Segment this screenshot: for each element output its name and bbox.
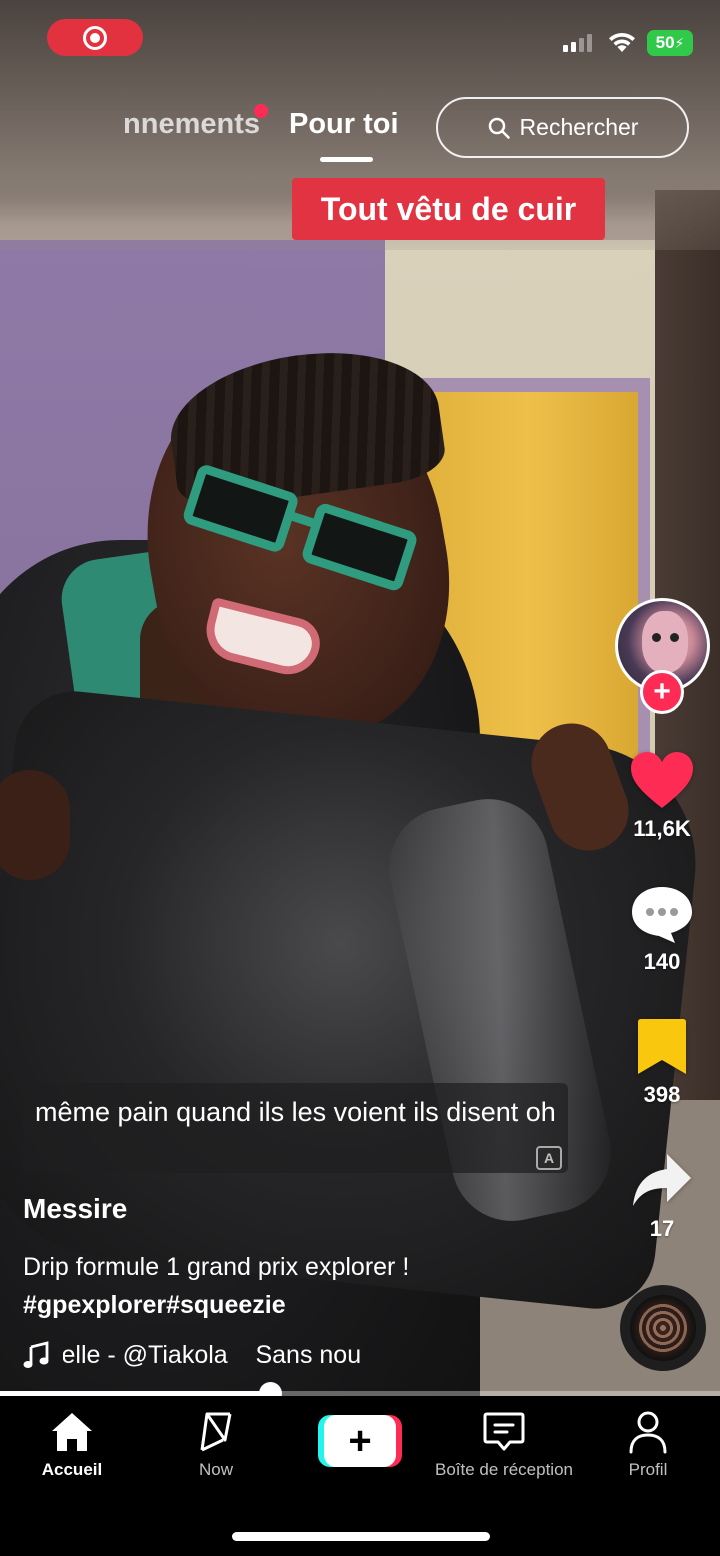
battery-level: 50 — [655, 33, 675, 52]
comment-count: 140 — [643, 949, 681, 974]
save-count: 398 — [643, 1082, 681, 1107]
nav-now[interactable]: Now — [141, 1410, 291, 1480]
comment-button[interactable]: 140 — [617, 883, 707, 975]
nav-inbox-label: Boîte de réception — [435, 1460, 573, 1479]
description-hashtags[interactable]: #gpexplorer#squeezie — [23, 1286, 603, 1324]
video-description: Drip formule 1 grand prix explorer ! #gp… — [23, 1248, 603, 1324]
home-icon — [52, 1413, 92, 1451]
battery-indicator: 50 ⚡ — [647, 30, 693, 56]
tab-following[interactable]: nnements — [40, 108, 260, 148]
screen-record-icon — [83, 25, 107, 50]
follow-button[interactable]: + — [640, 670, 684, 714]
wifi-icon — [609, 32, 635, 52]
like-count: 11,6K — [633, 816, 691, 841]
notification-dot — [254, 104, 268, 118]
share-arrow-icon — [633, 1154, 691, 1206]
active-tab-indicator — [320, 157, 373, 162]
music-note-icon — [23, 1341, 49, 1368]
charging-bolt-icon: ⚡ — [674, 34, 685, 51]
music-info[interactable]: velle - @Tiakola Sans nou — [23, 1338, 403, 1372]
like-button[interactable]: 11,6K — [617, 750, 707, 842]
inbox-icon — [483, 1412, 525, 1451]
heart-icon — [631, 752, 693, 808]
music-track-text: velle - @Tiakola Sans nou — [63, 1340, 362, 1369]
save-button[interactable]: 398 — [617, 1016, 707, 1108]
tab-for-you[interactable]: Pour toi — [289, 108, 399, 141]
nav-now-label: Now — [198, 1460, 233, 1479]
screen-record-indicator[interactable] — [47, 19, 143, 56]
tab-following-label: nnements — [123, 108, 260, 140]
bookmark-icon — [638, 1019, 686, 1074]
video-person-hand-left — [0, 770, 70, 880]
nav-home[interactable]: Accueil — [0, 1410, 147, 1480]
profile-icon — [629, 1411, 667, 1454]
video-title-banner: Tout vêtu de cuir — [292, 178, 605, 240]
now-icon — [200, 1412, 232, 1452]
home-indicator[interactable] — [232, 1532, 490, 1541]
nav-inbox[interactable]: Boîte de réception — [429, 1410, 579, 1480]
plus-icon: + — [324, 1415, 396, 1467]
nav-profile[interactable]: Profil — [573, 1410, 720, 1480]
music-track-marquee: velle - @Tiakola Sans nou — [63, 1341, 393, 1370]
music-disc-icon[interactable] — [620, 1285, 706, 1371]
caption-translate-icon[interactable]: A — [536, 1146, 562, 1170]
description-text: Drip formule 1 grand prix explorer ! — [23, 1253, 410, 1281]
share-button[interactable]: 17 — [617, 1150, 707, 1242]
nav-home-label: Accueil — [41, 1460, 103, 1479]
search-label: Rechercher — [519, 114, 639, 140]
cellular-signal-icon — [563, 34, 592, 52]
search-icon — [488, 117, 510, 139]
search-button[interactable]: Rechercher — [436, 97, 689, 158]
creator-username[interactable]: Messire — [23, 1193, 127, 1225]
create-button[interactable]: + — [318, 1415, 402, 1467]
nav-profile-label: Profil — [628, 1460, 668, 1479]
avatar-image — [642, 611, 688, 673]
comment-icon — [632, 887, 692, 943]
share-count: 17 — [649, 1216, 675, 1241]
auto-caption: même pain quand ils les voient ils disen… — [23, 1083, 568, 1173]
